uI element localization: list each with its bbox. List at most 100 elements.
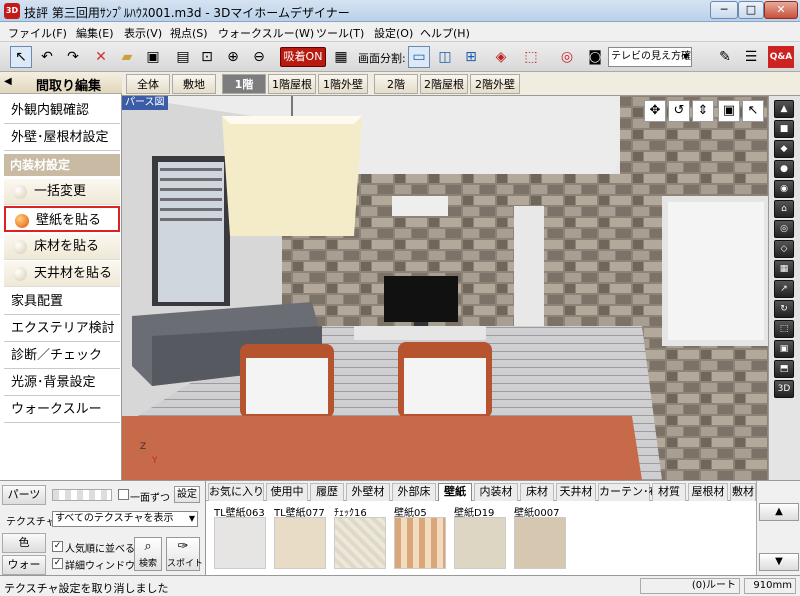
rs-tool-12-icon[interactable]: ⬚ bbox=[774, 320, 794, 338]
zoom-in-icon[interactable]: ⊕ bbox=[222, 46, 244, 68]
redo-icon[interactable]: ↷ bbox=[62, 46, 84, 68]
rs-tool-3-icon[interactable]: ◆ bbox=[774, 140, 794, 158]
diagnosis-check-button[interactable]: 診断／チェック bbox=[4, 343, 120, 369]
apply-wallpaper-item[interactable]: 壁紙を貼る bbox=[4, 206, 120, 232]
tab-site[interactable]: 敷地 bbox=[172, 74, 216, 94]
each-face-checkbox[interactable] bbox=[118, 489, 129, 500]
tab-texture-material[interactable]: 材質 bbox=[652, 483, 686, 501]
save-icon[interactable]: ▣ bbox=[142, 46, 164, 68]
grid-icon[interactable]: ▦ bbox=[330, 46, 352, 68]
split-two-icon[interactable]: ◫ bbox=[434, 46, 456, 68]
tab-floor-material[interactable]: 床材 bbox=[520, 483, 554, 501]
tab-floor2-wall[interactable]: 2階外壁 bbox=[470, 74, 520, 94]
exterior-study-button[interactable]: エクステリア検討 bbox=[4, 316, 120, 342]
menu-file[interactable]: ファイル(F) bbox=[8, 25, 67, 41]
tab-floor1[interactable]: 1階 bbox=[222, 74, 266, 94]
rs-tool-13-icon[interactable]: ▣ bbox=[774, 340, 794, 358]
tab-favorites[interactable]: お気に入り bbox=[208, 483, 264, 501]
view-select-dropdown[interactable]: テレビの見え方確 ▼ bbox=[608, 47, 692, 67]
tab-parts[interactable]: パーツ bbox=[2, 485, 46, 505]
close-button[interactable]: ✕ bbox=[764, 1, 798, 19]
paint-bucket-icon[interactable]: ◈ bbox=[490, 46, 512, 68]
swatch-tile[interactable] bbox=[334, 517, 386, 569]
open-folder-icon[interactable]: ▰ bbox=[116, 46, 138, 68]
camera-icon[interactable]: ◙ bbox=[584, 46, 606, 68]
detail-window-checkbox[interactable]: ✓ bbox=[52, 558, 63, 569]
tab-in-use[interactable]: 使用中 bbox=[266, 483, 308, 501]
rs-tool-11-icon[interactable]: ↻ bbox=[774, 300, 794, 318]
zoom-out-icon[interactable]: ⊖ bbox=[248, 46, 270, 68]
menu-help[interactable]: ヘルプ(H) bbox=[420, 25, 470, 41]
minimize-button[interactable]: ─ bbox=[710, 1, 738, 19]
scroll-down-button[interactable]: ▼ bbox=[759, 553, 799, 571]
tab-floor2-roof[interactable]: 2階屋根 bbox=[420, 74, 468, 94]
rs-tool-1-icon[interactable]: ▲ bbox=[774, 100, 794, 118]
tab-roof-material[interactable]: 屋根材 bbox=[688, 483, 728, 501]
collapse-arrow-icon[interactable]: ◀ bbox=[4, 76, 12, 87]
rs-tool-7-icon[interactable]: ◎ bbox=[774, 220, 794, 238]
menu-walkthrough[interactable]: ウォークスルー(W) bbox=[218, 25, 314, 41]
tab-exterior-floor[interactable]: 外部床 bbox=[392, 483, 436, 501]
tab-floor1-roof[interactable]: 1階屋根 bbox=[268, 74, 316, 94]
rs-tool-9-icon[interactable]: ▦ bbox=[774, 260, 794, 278]
pan-icon[interactable]: ✥ bbox=[644, 100, 666, 122]
light-background-button[interactable]: 光源･背景設定 bbox=[4, 370, 120, 396]
pointer-icon[interactable]: ↖ bbox=[742, 100, 764, 122]
rs-3d-icon[interactable]: 3D bbox=[774, 380, 794, 398]
swatch-tile[interactable] bbox=[274, 517, 326, 569]
menu-viewpoint[interactable]: 視点(S) bbox=[170, 25, 208, 41]
texture-filter-select[interactable]: すべてのテクスチャを表示 ▼ bbox=[52, 511, 198, 527]
popular-order-checkbox[interactable]: ✓ bbox=[52, 541, 63, 552]
select-arrow-icon[interactable]: ↖ bbox=[10, 46, 32, 68]
apply-ceiling-item[interactable]: 天井材を貼る bbox=[4, 261, 120, 287]
apply-floor-item[interactable]: 床材を貼る bbox=[4, 234, 120, 260]
tab-exterior-wall[interactable]: 外壁材 bbox=[346, 483, 390, 501]
cube-icon[interactable]: ⬚ bbox=[520, 46, 542, 68]
swatch-tile[interactable] bbox=[514, 517, 566, 569]
fit-view-icon[interactable]: ⊡ bbox=[196, 46, 218, 68]
undo-icon[interactable]: ↶ bbox=[36, 46, 58, 68]
qa-button[interactable]: Q&A bbox=[768, 46, 794, 68]
eyedropper-button[interactable]: ✑ スポイト bbox=[166, 537, 203, 571]
move-vertical-icon[interactable]: ⇕ bbox=[692, 100, 714, 122]
bulk-change-item[interactable]: 一括変更 bbox=[4, 179, 120, 205]
menu-tools[interactable]: ツール(T) bbox=[316, 25, 364, 41]
rs-tool-2-icon[interactable]: ■ bbox=[774, 120, 794, 138]
furniture-placement-button[interactable]: 家具配置 bbox=[4, 289, 120, 315]
menu-view[interactable]: 表示(V) bbox=[124, 25, 162, 41]
menu-settings[interactable]: 設定(O) bbox=[374, 25, 413, 41]
tab-floor1-wall[interactable]: 1階外壁 bbox=[318, 74, 368, 94]
rs-tool-6-icon[interactable]: ⌂ bbox=[774, 200, 794, 218]
tab-walk[interactable]: ウォーク bbox=[2, 555, 46, 589]
ruler-icon[interactable]: ✎ bbox=[714, 46, 736, 68]
rs-tool-4-icon[interactable]: ● bbox=[774, 160, 794, 178]
target-icon[interactable]: ◎ bbox=[556, 46, 578, 68]
tab-ceiling-material[interactable]: 天井材 bbox=[556, 483, 596, 501]
suction-toggle-button[interactable]: 吸着ON bbox=[280, 47, 326, 67]
perspective-viewport[interactable]: パース図 ✥ ↺ ⇕ ▣ ↖ Z Y bbox=[122, 96, 768, 480]
rs-tool-14-icon[interactable]: ⬒ bbox=[774, 360, 794, 378]
exterior-interior-check-button[interactable]: 外観内観確認 bbox=[4, 98, 120, 124]
swatch-tile[interactable] bbox=[214, 517, 266, 569]
rs-tool-5-icon[interactable]: ◉ bbox=[774, 180, 794, 198]
tab-wallpaper[interactable]: 壁紙 bbox=[438, 483, 472, 501]
print-icon[interactable]: ▤ bbox=[172, 46, 194, 68]
swatch-tile[interactable] bbox=[394, 517, 446, 569]
tab-history[interactable]: 履歴 bbox=[310, 483, 344, 501]
swatch-tile[interactable] bbox=[454, 517, 506, 569]
tab-floor2[interactable]: 2階 bbox=[374, 74, 418, 94]
split-single-icon[interactable]: ▭ bbox=[408, 46, 430, 68]
frame-icon[interactable]: ▣ bbox=[718, 100, 740, 122]
walkthrough-button[interactable]: ウォークスルー bbox=[4, 397, 120, 423]
delete-icon[interactable]: ✕ bbox=[90, 46, 112, 68]
tab-color[interactable]: 色 bbox=[2, 533, 46, 553]
tab-curtain-fabric[interactable]: カーテン･布 bbox=[598, 483, 660, 501]
tab-interior-material[interactable]: 内装材 bbox=[474, 483, 518, 501]
settings-button[interactable]: 設定 bbox=[174, 486, 200, 503]
tab-all[interactable]: 全体 bbox=[126, 74, 170, 94]
split-four-icon[interactable]: ⊞ bbox=[460, 46, 482, 68]
search-button[interactable]: ⌕ 検索 bbox=[134, 537, 162, 571]
maximize-button[interactable]: □ bbox=[738, 1, 764, 19]
tab-paving-material[interactable]: 敷材 bbox=[730, 483, 756, 501]
scroll-up-button[interactable]: ▲ bbox=[759, 503, 799, 521]
